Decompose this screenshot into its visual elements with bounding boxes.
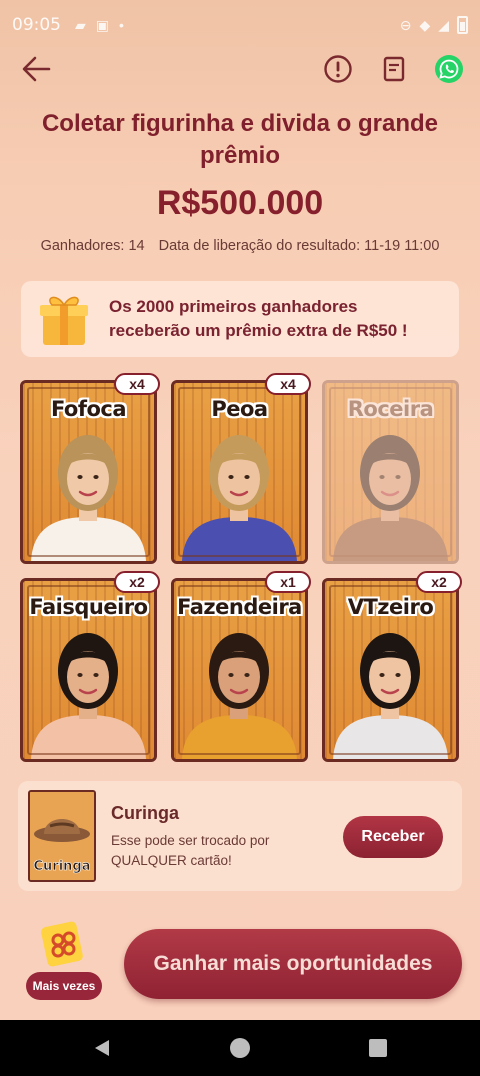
wifi-icon: ◆ [419,16,431,33]
status-bar: 09:05 ▰ ▣ • ⊖ ◆ ◢ [0,0,480,50]
more-times-button[interactable]: Mais vezes [26,918,102,1000]
arrow-left-icon [22,56,51,82]
winners-count: Ganhadores: 14 [40,238,145,254]
info-line: Ganhadores: 14 Data de liberação do resu… [0,238,480,254]
status-time: 09:05 [12,15,61,35]
card-name: Fazendeira [177,595,302,619]
battery-icon [457,16,468,34]
card-name: VTzeiro [347,595,434,619]
promo-banner: Os 2000 primeiros ganhadores receberão u… [21,281,459,357]
info-button[interactable] [323,54,353,84]
dnd-icon: ⊖ [399,16,412,33]
card-count-badge: x2 [416,571,462,593]
nav-recents-icon[interactable] [369,1039,387,1057]
promo-line-2: receberão um prêmio extra de R$50 ! [109,321,408,340]
whatsapp-share-button[interactable] [434,54,464,84]
whatsapp-icon [435,55,463,83]
sticker-card[interactable]: VTzeiro [322,578,459,762]
dot-icon: • [119,16,124,33]
message-icon: ▰ [75,16,86,33]
back-button[interactable] [20,52,54,86]
joker-title: Curinga [111,803,180,823]
sticker-card[interactable]: Faisqueiro [20,578,157,762]
card-count-badge: x1 [265,571,311,593]
system-nav-bar [0,1020,480,1076]
gift-icon [39,291,89,347]
page-title: Coletar figurinha e divida o grande prêm… [41,110,439,169]
receive-button[interactable]: Receber [343,816,443,858]
card-name: Fofoca [50,397,127,421]
sticker-card[interactable]: Fazendeira [171,578,308,762]
ticket-icon [38,918,86,974]
joker-card-panel: Curinga Curinga Esse pode ser trocado po… [18,781,462,891]
document-icon [383,56,405,82]
app-notification-icon: ▣ [95,16,110,33]
sticker-card[interactable]: Fofoca [20,380,157,564]
card-name: Peoa [211,397,268,421]
card-name: Faisqueiro [29,595,148,619]
card-count-badge: x4 [114,373,160,395]
result-release-date: Data de liberação do resultado: 11-19 11… [158,238,440,254]
joker-description: Esse pode ser trocado por QUALQUER cartã… [111,833,270,868]
sticker-card[interactable]: Peoa [171,380,308,564]
top-bar [0,48,480,90]
nav-back-icon[interactable] [92,1038,112,1058]
rules-button[interactable] [379,54,409,84]
card-count-badge: x2 [114,571,160,593]
joker-card-label: Curinga [34,859,91,874]
joker-card-image: Curinga [28,790,96,882]
promo-line-1: Os 2000 primeiros ganhadores [109,297,358,316]
exclamation-icon [324,55,352,83]
card-count-badge: x4 [265,373,311,395]
nav-home-icon[interactable] [230,1038,250,1058]
signal-icon: ◢ [438,16,449,33]
get-more-chances-button[interactable]: Ganhar mais oportunidades [124,929,462,999]
more-times-label: Mais vezes [26,972,102,1000]
card-name: Roceira [347,397,434,421]
prize-amount: R$500.000 [156,184,324,222]
sticker-card[interactable]: Roceira [322,380,459,564]
